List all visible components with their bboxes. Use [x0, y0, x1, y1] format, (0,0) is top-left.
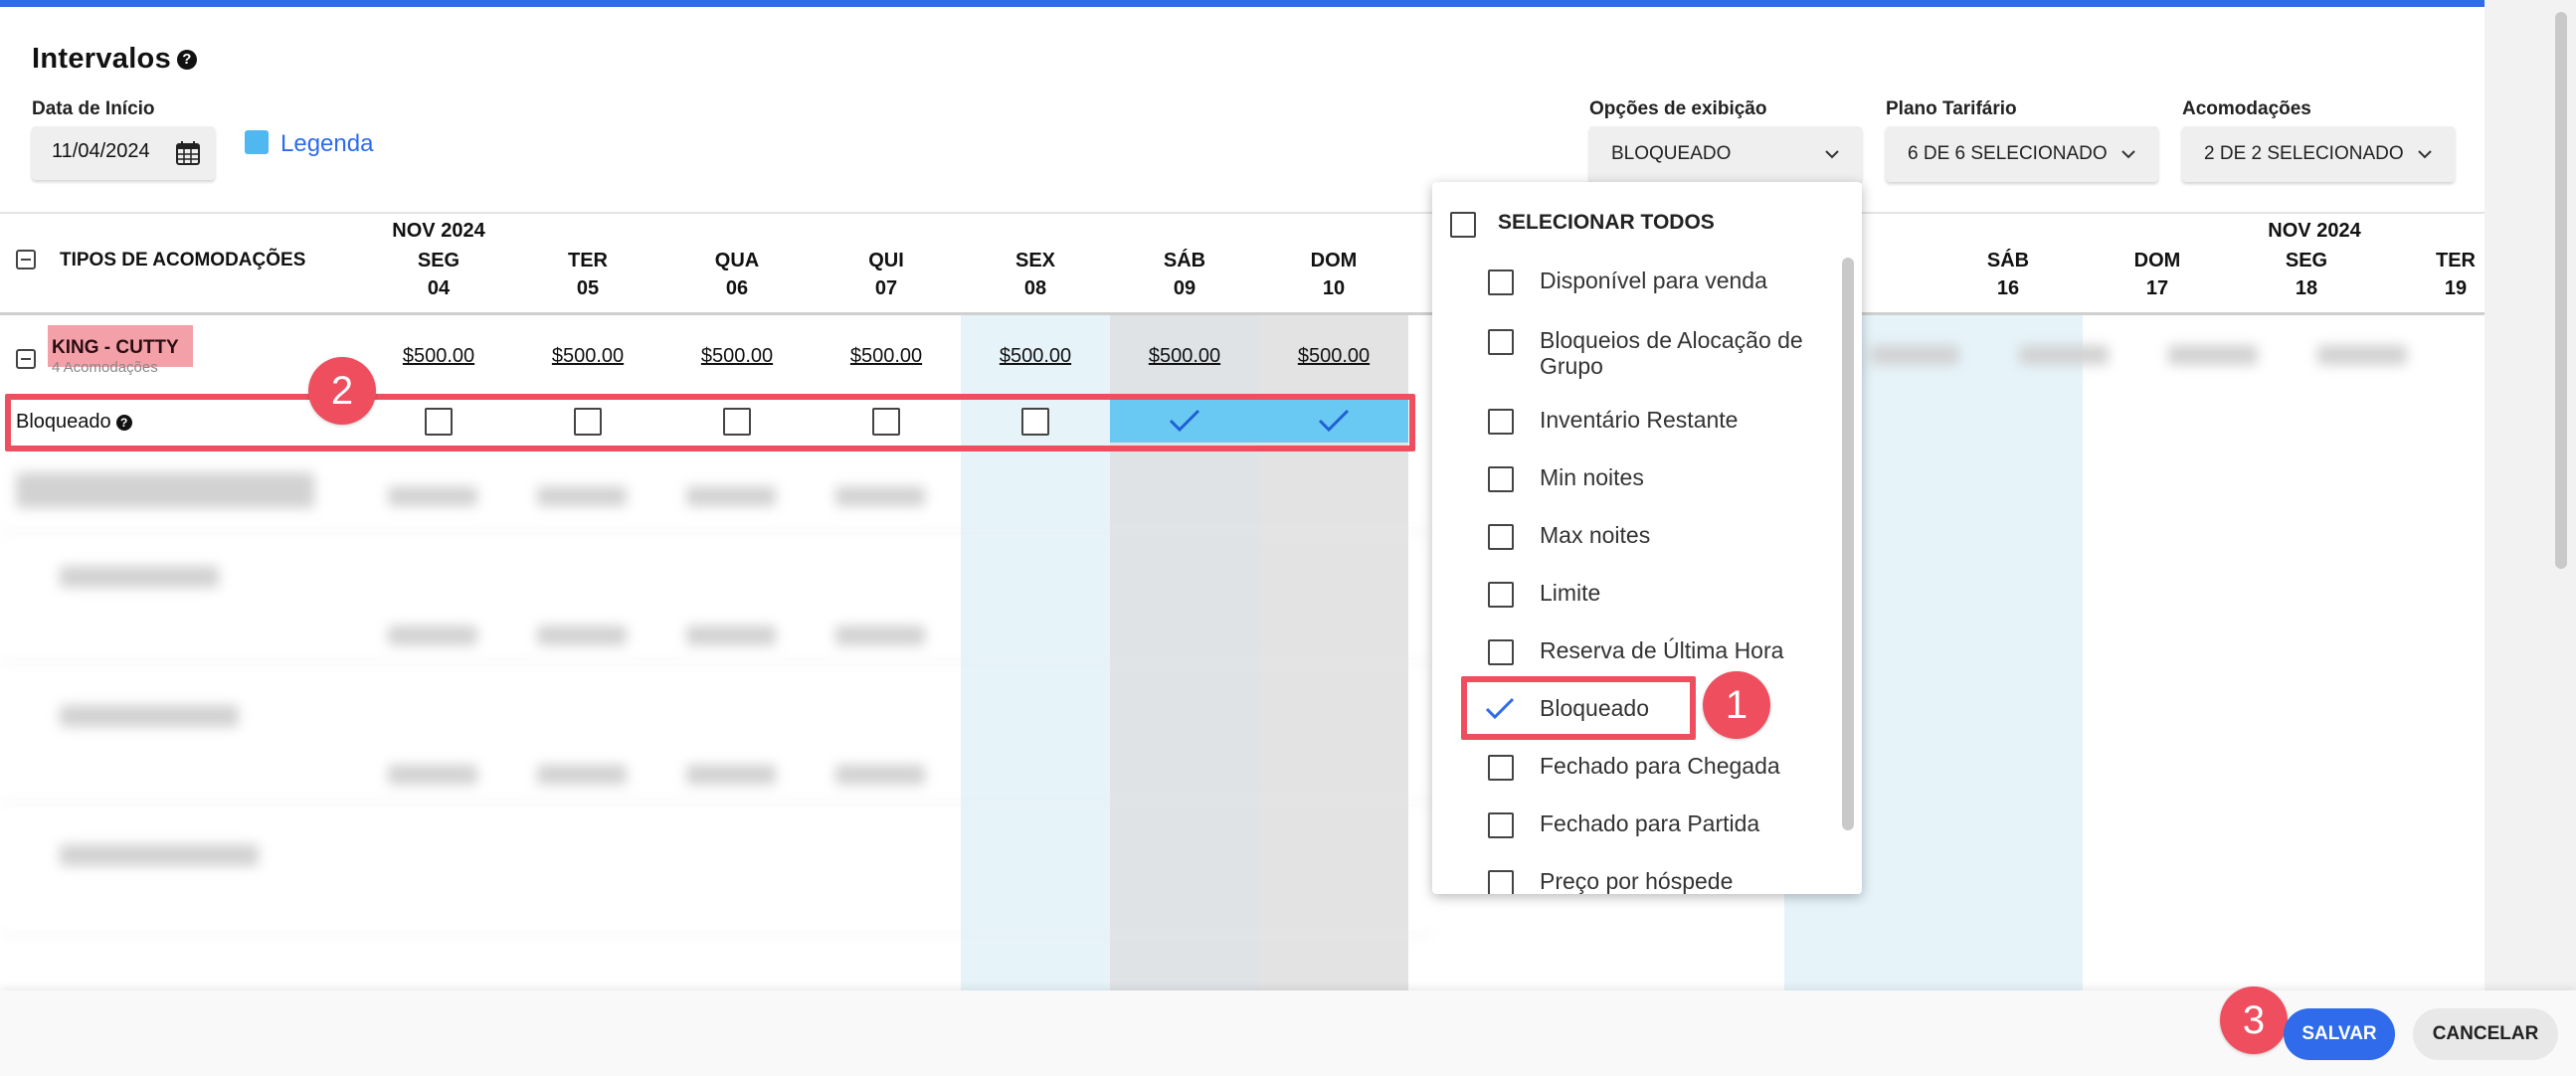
rate-plan-label: Plano Tarifário [1886, 98, 2017, 119]
option-label: Disponível para venda [1540, 268, 1767, 293]
option-label: Max noites [1540, 522, 1651, 548]
option-checkbox[interactable] [1488, 812, 1514, 838]
rate-cell[interactable]: $500.00 [1259, 345, 1408, 368]
option-label: Fechado para Partida [1540, 810, 1760, 836]
blurred-prices-right [1850, 335, 2484, 375]
day-number-label: 05 [576, 277, 600, 299]
chevron-down-icon [1825, 150, 1839, 159]
day-of-week-label: TER [2436, 250, 2476, 271]
rate-cell[interactable]: $500.00 [812, 345, 961, 368]
rooms-label: Acomodações [2182, 98, 2311, 119]
footer-bar [0, 990, 2576, 1076]
option-checkbox[interactable] [1488, 524, 1514, 550]
rate-cell[interactable]: $500.00 [1110, 345, 1259, 368]
day-number-label: 19 [2444, 277, 2468, 299]
option-checkbox[interactable] [1488, 755, 1514, 781]
display-options-label: Opções de exibição [1589, 98, 1767, 119]
annotation-badge-1: 1 [1703, 671, 1770, 739]
day-number-label: 04 [427, 277, 451, 299]
annotation-frame-1 [1461, 676, 1696, 740]
day-of-week-label: SEX [1014, 250, 1056, 271]
room-types-header: TIPOS DE ACOMODAÇÕES [60, 250, 306, 270]
page-scrollbar-thumb[interactable] [2555, 12, 2567, 569]
grid-top-divider [0, 212, 2484, 214]
save-button[interactable]: SALVAR [2284, 1008, 2395, 1060]
page-scrollbar[interactable] [2552, 0, 2572, 1076]
collapse-all-toggle[interactable] [16, 250, 36, 269]
rate-cell[interactable]: $500.00 [662, 345, 812, 368]
option-label: Preço por hóspede [1540, 868, 1734, 894]
option-checkbox[interactable] [1488, 409, 1514, 435]
day-of-week-label: TER [568, 250, 608, 271]
rate-plan-select[interactable]: 6 DE 6 SELECIONADO [1886, 126, 2158, 182]
start-date-value: 11/04/2024 [52, 140, 150, 162]
day-number-label: 18 [2295, 277, 2318, 299]
header-divider [0, 312, 2484, 315]
blurred-rows [0, 466, 1432, 993]
option-label: Min noites [1540, 464, 1644, 490]
day-of-week-label: SÁB [1986, 250, 2030, 271]
day-number-label: 07 [874, 277, 898, 299]
select-all-checkbox[interactable] [1450, 212, 1476, 238]
dropdown-scrollbar[interactable] [1842, 258, 1854, 830]
rate-cell[interactable]: $500.00 [513, 345, 662, 368]
option-label: Limite [1540, 580, 1601, 606]
room-subtitle: 4 Acomodações [52, 359, 158, 376]
day-number-label: 16 [1996, 277, 2020, 299]
display-options-select[interactable]: BLOQUEADO [1589, 126, 1862, 182]
legend-link[interactable]: Legenda [245, 130, 373, 158]
page-title: Intervalos? [32, 43, 197, 76]
start-date-input[interactable]: 11/04/2024 [32, 126, 215, 180]
day-of-week-label: QUA [714, 250, 760, 271]
day-number-label: 08 [1023, 277, 1047, 299]
rate-cell[interactable]: $500.00 [961, 345, 1110, 368]
option-checkbox[interactable] [1488, 870, 1514, 894]
day-of-week-label: DOM [1310, 250, 1358, 271]
option-checkbox[interactable] [1488, 269, 1514, 295]
calendar-icon[interactable] [175, 140, 201, 166]
chevron-down-icon [2121, 150, 2135, 159]
day-of-week-label: SEG [417, 250, 460, 271]
option-label: Bloqueios de Alocação de Grupo [1540, 327, 1803, 379]
legend-swatch [245, 130, 269, 154]
day-number-label: 17 [2145, 277, 2169, 299]
day-of-week-label: QUI [868, 250, 904, 271]
option-checkbox[interactable] [1488, 582, 1514, 608]
option-label: Inventário Restante [1540, 407, 1739, 433]
day-of-week-label: SÁB [1163, 250, 1206, 271]
annotation-badge-2: 2 [308, 357, 376, 425]
day-number-label: 09 [1173, 277, 1196, 299]
option-checkbox[interactable] [1488, 466, 1514, 492]
option-label: Reserva de Última Hora [1540, 637, 1784, 663]
cancel-button[interactable]: CANCELAR [2413, 1008, 2558, 1060]
day-of-week-label: SEG [2285, 250, 2328, 271]
day-number-label: 06 [725, 277, 749, 299]
room-collapse-toggle[interactable] [16, 349, 36, 369]
day-number-label: 10 [1322, 277, 1346, 299]
rate-cell[interactable]: $500.00 [364, 345, 513, 368]
month-label: NOV 2024 [2268, 220, 2361, 242]
annotation-badge-3: 3 [2220, 986, 2288, 1054]
day-of-week-label: DOM [2133, 250, 2181, 271]
month-label: NOV 2024 [392, 220, 485, 242]
option-label: Fechado para Chegada [1540, 753, 1780, 779]
start-date-label: Data de Início [32, 98, 155, 119]
annotation-frame-2 [5, 394, 1415, 451]
intervals-panel: Intervalos? Data de Início 11/04/2024 Le… [0, 0, 2484, 1076]
display-options-dropdown: SELECIONAR TODOS Disponível para venda Bl… [1432, 182, 1862, 894]
option-checkbox[interactable] [1488, 639, 1514, 665]
option-checkbox[interactable] [1488, 329, 1514, 355]
chevron-down-icon [2418, 150, 2432, 159]
rooms-select[interactable]: 2 DE 2 SELECIONADO [2182, 126, 2455, 182]
help-icon[interactable]: ? [177, 50, 197, 71]
